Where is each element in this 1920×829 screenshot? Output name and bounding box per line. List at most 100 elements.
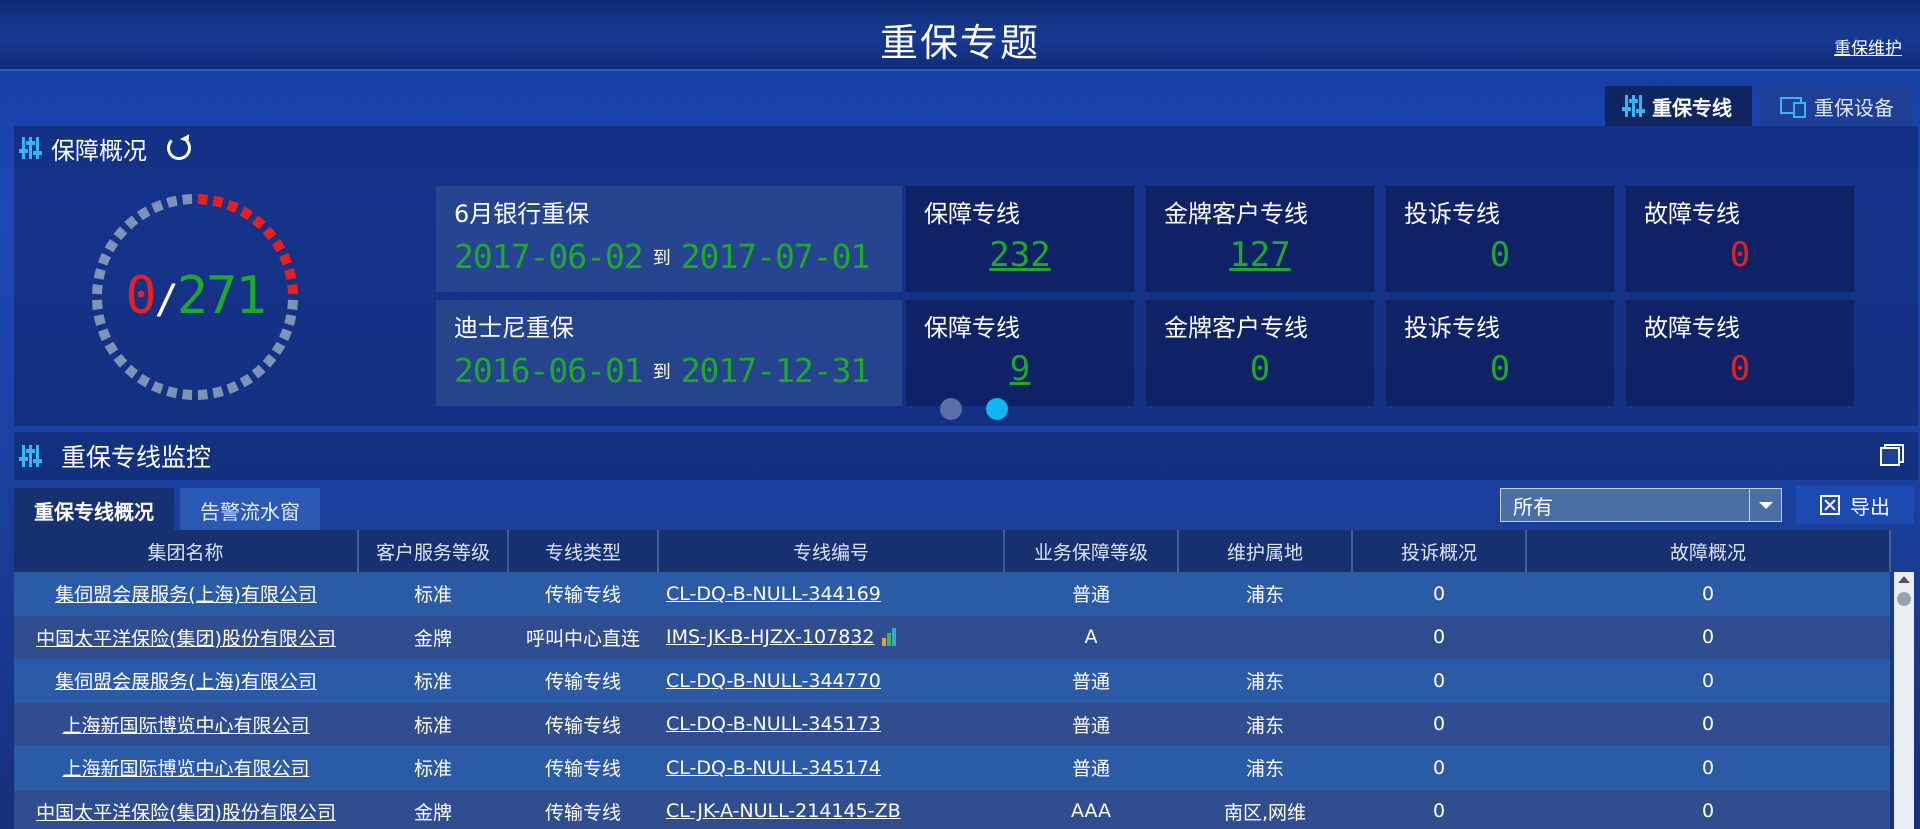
end-date: 2017-12-31 (680, 351, 871, 390)
page-title: 重保专题 (879, 21, 1040, 65)
range-separator: 到 (652, 361, 671, 383)
line-code-link[interactable]: CL-DQ-B-NULL-344770 (666, 670, 881, 692)
line-code-link[interactable]: CL-DQ-B-NULL-345174 (666, 757, 881, 779)
column-header: 客户服务等级 (358, 530, 509, 572)
event-card: 迪士尼重保 2016-06-01 到 2017-12-31 (436, 300, 902, 406)
line-code-link[interactable]: CL-DQ-B-NULL-344169 (666, 583, 881, 605)
tab-devices[interactable]: 重保设备 (1760, 86, 1914, 126)
company-link[interactable]: 中国太平洋保险(集团)股份有限公司 (36, 628, 336, 650)
complaint-cell: 0 (1352, 572, 1526, 616)
line-code-link[interactable]: CL-JK-A-NULL-214145-ZB (666, 800, 901, 822)
refresh-icon[interactable] (167, 136, 191, 160)
maintenance-area-cell: 浦东 (1178, 702, 1352, 746)
stat-card: 故障专线 0 (1626, 186, 1854, 292)
gauge-segment (226, 200, 239, 213)
table-row[interactable]: 中国太平洋保险(集团)股份有限公司 金牌 呼叫中心直连 IMS-JK-B-HJZX-1… (14, 615, 1890, 659)
event-name: 迪士尼重保 (454, 314, 574, 342)
start-date: 2017-06-02 (454, 237, 644, 276)
column-header: 维护属地 (1178, 530, 1353, 572)
gauge-segment (113, 226, 128, 241)
equalizer-icon (19, 137, 42, 159)
start-date: 2016-06-01 (454, 351, 644, 390)
filter-select[interactable]: 所有 (1500, 488, 1782, 522)
table-scrollbar[interactable] (1894, 572, 1914, 829)
company-link[interactable]: 中国太平洋保险(集团)股份有限公司 (36, 802, 336, 824)
stat-title: 保障专线 (924, 200, 1020, 228)
pager-dot-2[interactable] (986, 398, 1008, 420)
bar-chart-icon[interactable] (882, 626, 897, 647)
table-row[interactable]: 上海新国际博览中心有限公司 标准 传输专线 CL-DQ-B-NULL-345174 普通… (14, 746, 1890, 790)
maintenance-link[interactable]: 重保维护 (1834, 34, 1902, 59)
assurance-level-cell: 普通 (1004, 746, 1178, 790)
pager-dot-1[interactable] (940, 398, 962, 420)
table-row[interactable]: 上海新国际博览中心有限公司 标准 传输专线 CL-DQ-B-NULL-345173 普通… (14, 702, 1890, 746)
service-level-cell: 标准 (358, 746, 508, 790)
stat-value: 0 (1729, 349, 1751, 389)
assurance-level-cell: AAA (1004, 789, 1178, 829)
line-code-cell: CL-JK-A-NULL-214145-ZB (658, 789, 1004, 829)
tab-alarm-flow[interactable]: 告警流水窗 (180, 488, 320, 532)
gauge-segment (271, 341, 286, 356)
complaint-cell: 0 (1352, 702, 1526, 746)
stat-value[interactable]: 127 (1164, 235, 1356, 275)
stat-value: 0 (1729, 235, 1751, 275)
gauge-readout: 0/271 (82, 266, 308, 326)
company-link[interactable]: 上海新国际博览中心有限公司 (62, 758, 309, 780)
line-code-link[interactable]: CL-DQ-B-NULL-345173 (666, 713, 881, 735)
stat-card: 故障专线 0 (1626, 300, 1854, 406)
assurance-level-cell: 普通 (1004, 659, 1178, 703)
scroll-up-icon[interactable] (1898, 576, 1910, 583)
table-row[interactable]: 集伺盟会展服务(上海)有限公司 标准 传输专线 CL-DQ-B-NULL-344169… (14, 572, 1890, 616)
fault-cell: 0 (1526, 702, 1890, 746)
export-button[interactable]: 导出 (1796, 486, 1914, 524)
company-link[interactable]: 上海新国际博览中心有限公司 (62, 715, 309, 737)
stat-title: 故障专线 (1644, 200, 1740, 228)
monitor-header: 重保专线监控 (14, 432, 1918, 480)
gauge-segment (197, 389, 209, 400)
table-row[interactable]: 中国太平洋保险(集团)股份有限公司 金牌 传输专线 CL-JK-A-NULL-2141… (14, 789, 1890, 829)
tab-lines-label: 重保专线 (1652, 95, 1732, 120)
fault-cell: 0 (1526, 659, 1890, 703)
column-header: 集团名称 (14, 530, 359, 572)
gauge-segment (151, 200, 164, 213)
restore-window-icon[interactable] (1880, 444, 1904, 466)
stat-value[interactable]: 232 (924, 235, 1116, 275)
overview-panel: 保障概况 0/271 6月银行重保 2017-06-02 到 2017-07-0… (14, 126, 1918, 426)
gauge-segment (251, 364, 266, 379)
maintenance-area-cell: 浦东 (1178, 746, 1352, 790)
range-separator: 到 (652, 247, 671, 269)
company-cell: 集伺盟会展服务(上海)有限公司 (14, 659, 358, 703)
export-icon (1820, 495, 1840, 515)
stat-title: 投诉专线 (1404, 314, 1500, 342)
tab-line-overview[interactable]: 重保专线概况 (14, 488, 174, 532)
lines-table: 集团名称 客户服务等级 专线类型 专线编号 业务保障等级 维护属地 投诉概况 故障概况 集伺盟… (14, 530, 1891, 829)
scroll-thumb[interactable] (1897, 592, 1911, 606)
maintenance-area-cell (1178, 615, 1352, 659)
gauge-segment (279, 328, 292, 341)
line-code-link[interactable]: IMS-JK-B-HJZX-107832 (666, 626, 874, 648)
assurance-level-cell: 普通 (1004, 572, 1178, 616)
column-header: 业务保障等级 (1004, 530, 1179, 572)
line-type-cell: 传输专线 (508, 702, 658, 746)
equalizer-icon (19, 445, 42, 467)
overview-header: 保障概况 (14, 126, 1918, 170)
service-level-cell: 金牌 (358, 789, 508, 829)
stat-value[interactable]: 9 (924, 349, 1116, 389)
gauge-segment (136, 373, 151, 388)
fault-cell: 0 (1526, 746, 1890, 790)
company-link[interactable]: 集伺盟会展服务(上海)有限公司 (55, 584, 317, 606)
stat-card: 金牌客户专线 127 (1146, 186, 1374, 292)
company-link[interactable]: 集伺盟会展服务(上海)有限公司 (55, 671, 317, 693)
gauge-segment (181, 194, 193, 205)
gauge-segment (181, 389, 193, 400)
table-header: 集团名称 客户服务等级 专线类型 专线编号 业务保障等级 维护属地 投诉概况 故障概况 (14, 530, 1891, 572)
gauge-segment (212, 386, 224, 399)
stat-value: 0 (1489, 349, 1511, 389)
tab-lines[interactable]: 重保专线 (1605, 86, 1752, 126)
table-row[interactable]: 集伺盟会展服务(上海)有限公司 标准 传输专线 CL-DQ-B-NULL-344770… (14, 659, 1890, 703)
line-code-cell: CL-DQ-B-NULL-345173 (658, 702, 1004, 746)
date-range: 2017-06-02 到 2017-07-01 (454, 237, 884, 276)
chevron-down-icon[interactable] (1749, 489, 1781, 521)
event-card: 6月银行重保 2017-06-02 到 2017-07-01 (436, 186, 902, 292)
line-type-cell: 呼叫中心直连 (508, 615, 658, 659)
